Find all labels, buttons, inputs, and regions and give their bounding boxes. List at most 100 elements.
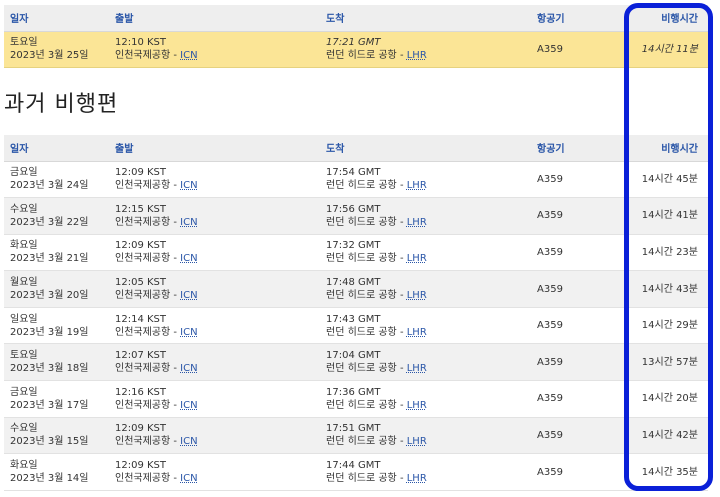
past-flight-row[interactable]: 화요일 2023년 3월 14일 12:09 KST 인천국제공항 - ICN 17:4… xyxy=(4,453,708,491)
arrival-airport-code-link[interactable]: LHR xyxy=(407,290,427,301)
arrival-airport: 런던 히드로 공항 xyxy=(326,473,397,485)
departure-airport-code-link[interactable]: ICN xyxy=(180,50,197,61)
flight-date: 2023년 3월 18일 xyxy=(10,363,89,375)
flight-date: 2023년 3월 14일 xyxy=(10,473,89,485)
past-flight-row[interactable]: 토요일 2023년 3월 18일 12:07 KST 인천국제공항 - ICN 17:0… xyxy=(4,343,708,382)
past-flight-row[interactable]: 수요일 2023년 3월 15일 12:09 KST 인천국제공항 - ICN 17:5… xyxy=(4,417,708,455)
aircraft-type: A359 xyxy=(531,270,626,308)
departure-airport: 인천국제공항 xyxy=(115,436,171,448)
departure-time: 12:09 KST xyxy=(115,460,167,472)
arrival-airport-code-link[interactable]: LHR xyxy=(407,327,427,338)
arrival-airport-code-link[interactable]: LHR xyxy=(407,253,427,264)
flight-day: 수요일 xyxy=(10,423,38,435)
past-flight-row[interactable]: 월요일 2023년 3월 20일 12:05 KST 인천국제공항 - ICN 17:4… xyxy=(4,270,708,308)
past-flight-row[interactable]: 금요일 2023년 3월 17일 12:16 KST 인천국제공항 - ICN 17:3… xyxy=(4,380,708,418)
departure-time: 12:09 KST xyxy=(115,167,167,179)
flight-duration: 14시간 29분 xyxy=(626,307,708,345)
col-header-duration[interactable]: 비행시간 xyxy=(626,5,708,32)
departure-airport: 인천국제공항 xyxy=(115,180,171,192)
departure-airport-code-link[interactable]: ICN xyxy=(180,473,197,484)
departure-time: 12:16 KST xyxy=(115,386,167,398)
aircraft-type: A359 xyxy=(531,453,626,491)
departure-airport: 인천국제공항 xyxy=(115,253,171,265)
departure-time: 12:07 KST xyxy=(115,350,167,362)
arrival-airport: 런던 히드로 공항 xyxy=(326,326,397,338)
arrival-airport-code-link[interactable]: LHR xyxy=(407,363,427,374)
arrival-time: 17:43 GMT xyxy=(326,313,381,325)
departure-time: 12:14 KST xyxy=(115,313,167,325)
departure-airport-code-link[interactable]: ICN xyxy=(180,363,197,374)
flight-date: 2023년 3월 17일 xyxy=(10,399,89,411)
arrival-airport-code-link[interactable]: LHR xyxy=(407,217,427,228)
arrival-airport-code-link[interactable]: LHR xyxy=(407,436,427,447)
arrival-airport: 런던 히드로 공항 xyxy=(326,363,397,375)
flight-date: 2023년 3월 24일 xyxy=(10,180,89,192)
departure-airport-code-link[interactable]: ICN xyxy=(180,290,197,301)
col-header-date[interactable]: 일자 xyxy=(4,135,109,162)
col-header-aircraft[interactable]: 항공기 xyxy=(531,135,626,162)
arrival-time: 17:51 GMT xyxy=(326,423,381,435)
departure-time: 12:09 KST xyxy=(115,240,167,252)
departure-airport: 인천국제공항 xyxy=(115,473,171,485)
arrival-airport-code-link[interactable]: LHR xyxy=(407,50,427,61)
arrival-airport: 런던 히드로 공항 xyxy=(326,216,397,228)
aircraft-type: A359 xyxy=(531,31,626,68)
aircraft-type: A359 xyxy=(531,380,626,418)
col-header-departure[interactable]: 출발 xyxy=(109,135,320,162)
flight-duration: 14시간 23분 xyxy=(626,234,708,272)
arrival-airport: 런던 히드로 공항 xyxy=(326,436,397,448)
aircraft-type: A359 xyxy=(531,417,626,455)
col-header-arrival[interactable]: 도착 xyxy=(320,135,531,162)
departure-airport-code-link[interactable]: ICN xyxy=(180,436,197,447)
past-flight-row[interactable]: 일요일 2023년 3월 19일 12:14 KST 인천국제공항 - ICN 17:4… xyxy=(4,307,708,345)
past-flight-row[interactable]: 수요일 2023년 3월 22일 12:15 KST 인천국제공항 - ICN 17:5… xyxy=(4,197,708,235)
table-header-row: 일자 출발 도착 항공기 비행시간 xyxy=(4,5,708,32)
arrival-airport: 런던 히드로 공항 xyxy=(326,290,397,302)
departure-airport-code-link[interactable]: ICN xyxy=(180,217,197,228)
departure-airport: 인천국제공항 xyxy=(115,326,171,338)
arrival-airport-code-link[interactable]: LHR xyxy=(407,400,427,411)
departure-airport: 인천국제공항 xyxy=(115,399,171,411)
departure-airport-code-link[interactable]: ICN xyxy=(180,180,197,191)
aircraft-type: A359 xyxy=(531,234,626,272)
arrival-airport: 런던 히드로 공항 xyxy=(326,399,397,411)
past-flight-row[interactable]: 금요일 2023년 3월 24일 12:09 KST 인천국제공항 - ICN 17:5… xyxy=(4,161,708,199)
col-header-aircraft[interactable]: 항공기 xyxy=(531,5,626,32)
flight-day: 금요일 xyxy=(10,386,38,398)
flight-date: 2023년 3월 15일 xyxy=(10,436,89,448)
past-flights-table: 일자 출발 도착 항공기 비행시간 금요일 2023년 3월 24일 12:09 K… xyxy=(4,135,708,491)
departure-airport-code-link[interactable]: ICN xyxy=(180,327,197,338)
arrival-time: 17:04 GMT xyxy=(326,350,381,362)
arrival-time: 17:44 GMT xyxy=(326,460,381,472)
arrival-airport-code-link[interactable]: LHR xyxy=(407,473,427,484)
departure-airport-code-link[interactable]: ICN xyxy=(180,400,197,411)
departure-airport: 인천국제공항 xyxy=(115,50,171,61)
past-flight-row[interactable]: 화요일 2023년 3월 21일 12:09 KST 인천국제공항 - ICN 17:3… xyxy=(4,234,708,272)
flight-day: 월요일 xyxy=(10,277,38,289)
col-header-arrival[interactable]: 도착 xyxy=(320,5,531,32)
departure-time: 12:15 KST xyxy=(115,203,167,215)
arrival-time: 17:21 GMT xyxy=(326,37,381,48)
flight-day: 일요일 xyxy=(10,313,38,325)
aircraft-type: A359 xyxy=(531,197,626,235)
flight-duration: 14시간 42분 xyxy=(626,417,708,455)
departure-airport-code-link[interactable]: ICN xyxy=(180,253,197,264)
col-header-date[interactable]: 일자 xyxy=(4,5,109,32)
flight-day: 화요일 xyxy=(10,240,38,252)
arrival-time: 17:32 GMT xyxy=(326,240,381,252)
flight-day: 토요일 xyxy=(10,350,38,362)
col-header-duration[interactable]: 비행시간 xyxy=(626,135,708,162)
flight-date: 2023년 3월 19일 xyxy=(10,326,89,338)
flight-duration: 14시간 35분 xyxy=(626,453,708,491)
col-header-departure[interactable]: 출발 xyxy=(109,5,320,32)
flight-day: 화요일 xyxy=(10,460,38,472)
departure-airport: 인천국제공항 xyxy=(115,363,171,375)
departure-airport: 인천국제공항 xyxy=(115,216,171,228)
flight-duration: 14시간 45분 xyxy=(626,161,708,199)
departure-time: 12:09 KST xyxy=(115,423,167,435)
arrival-airport-code-link[interactable]: LHR xyxy=(407,180,427,191)
table-header-row: 일자 출발 도착 항공기 비행시간 xyxy=(4,135,708,162)
arrival-time: 17:48 GMT xyxy=(326,277,381,289)
arrival-airport: 런던 히드로 공항 xyxy=(326,50,397,61)
upcoming-flight-row[interactable]: 토요일 2023년 3월 25일 12:10 KST 인천국제공항 - ICN … xyxy=(4,31,708,68)
